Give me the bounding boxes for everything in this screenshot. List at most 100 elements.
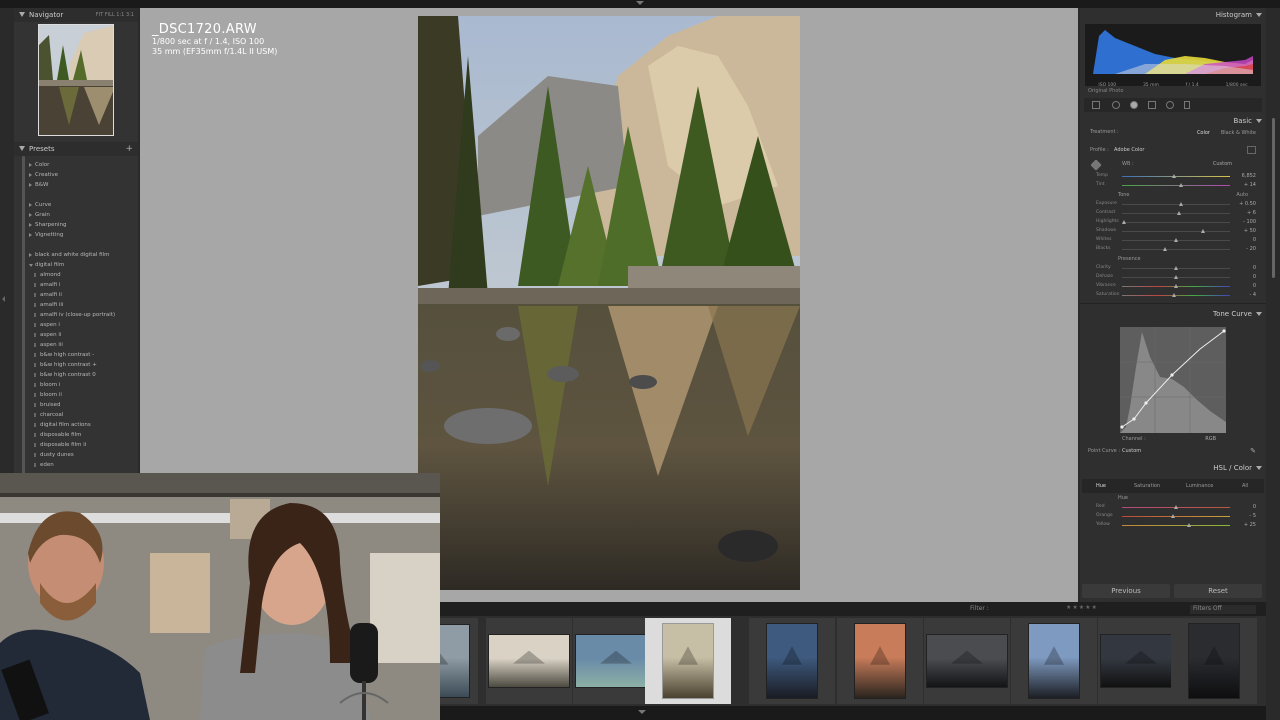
bottom-panel-toggle[interactable] [440,706,1266,720]
auto-tone-button[interactable]: Auto [1236,190,1248,200]
slider-track[interactable] [1122,185,1230,186]
adjustment-brush-icon[interactable] [1184,101,1190,109]
preset-item[interactable]: aspen iii [28,340,138,350]
slider-track[interactable] [1122,213,1230,214]
slider-value[interactable]: 0 [1253,283,1256,289]
filmstrip-thumbnail[interactable] [1028,623,1080,699]
presets-header[interactable]: Presets + [14,142,138,156]
filmstrip-cell[interactable] [749,618,835,704]
hsl-header[interactable]: HSL / Color [1080,461,1266,475]
crop-tool-icon[interactable] [1092,101,1100,109]
preset-group[interactable]: Sharpening [28,220,138,230]
slider-track[interactable] [1122,525,1230,526]
slider-track[interactable] [1122,222,1230,223]
slider-handle[interactable] [1179,202,1184,206]
preset-item[interactable]: eden [28,460,138,470]
wb-dropdown[interactable]: Custom [1213,161,1232,167]
slider-handle[interactable] [1174,238,1178,242]
preset-item[interactable]: bloom ii [28,390,138,400]
slider-handle[interactable] [1201,229,1205,233]
graduated-filter-icon[interactable] [1148,101,1156,109]
left-panel-toggle-icon[interactable] [2,296,5,302]
preset-item[interactable]: bruised [28,400,138,410]
point-curve-dropdown[interactable]: Custom [1122,448,1141,454]
navigator-zoom-options[interactable]: FIT FILL 1:1 3:1 [96,8,134,22]
preset-group[interactable]: B&W [28,180,138,190]
add-preset-icon[interactable]: + [125,142,133,156]
filmstrip-cell[interactable] [486,618,572,704]
collapse-triangle-icon[interactable] [19,146,25,151]
slider-handle[interactable] [1170,514,1175,518]
preset-group[interactable]: Curve [28,200,138,210]
slider-track[interactable] [1122,176,1230,177]
tab-luminance[interactable]: Luminance [1186,483,1213,489]
filmstrip-cell[interactable] [1171,618,1257,704]
preset-scrollbar[interactable] [22,156,25,476]
histogram-header[interactable]: Histogram [1080,8,1266,22]
filmstrip-thumbnail[interactable] [766,623,818,699]
slider-track[interactable] [1122,516,1230,517]
slider-value[interactable]: - 5 [1249,513,1256,519]
slider-handle[interactable] [1174,275,1178,279]
tab-saturation[interactable]: Saturation [1134,483,1160,489]
preset-item[interactable]: b&w high contrast 0 [28,370,138,380]
slider-handle[interactable] [1171,293,1176,297]
slider-handle[interactable] [1122,220,1127,224]
filmstrip-cell[interactable] [924,618,1010,704]
edit-curve-icon[interactable]: ✎ [1250,447,1256,455]
filmstrip-thumbnail[interactable] [926,634,1008,688]
previous-button[interactable]: Previous [1082,584,1170,598]
slider-handle[interactable] [1171,174,1176,178]
preset-group-open[interactable]: digital film [28,260,138,270]
profile-browser-icon[interactable] [1247,146,1256,154]
slider-track[interactable] [1122,231,1230,232]
slider-track[interactable] [1122,204,1230,205]
slider-handle[interactable] [1174,505,1178,509]
histogram-graph[interactable]: ISO 100 35 mm f / 1.4 1/800 sec [1085,24,1261,88]
collapse-triangle-icon[interactable] [1256,312,1262,316]
preset-item[interactable]: disposable film [28,430,138,440]
preset-group[interactable]: Creative [28,170,138,180]
preset-group[interactable]: Grain [28,210,138,220]
slider-value[interactable]: 0 [1253,237,1256,243]
filmstrip-cell[interactable] [1011,618,1097,704]
slider-value[interactable]: + 6 [1247,210,1256,216]
slider-value[interactable]: - 20 [1246,246,1256,252]
collapse-arrow-icon[interactable] [638,710,646,714]
slider-value[interactable]: 0 [1253,504,1256,510]
slider-track[interactable] [1122,249,1230,250]
spot-removal-icon[interactable] [1112,101,1120,109]
radial-filter-icon[interactable] [1166,101,1174,109]
main-photo[interactable] [418,16,800,590]
preset-item[interactable]: digital film actions [28,420,138,430]
filmstrip-cell[interactable] [837,618,923,704]
filmstrip-cell-selected[interactable] [645,618,731,704]
eyedropper-icon[interactable] [1090,159,1102,171]
preset-item[interactable]: aspen ii [28,330,138,340]
slider-value[interactable]: 6,852 [1242,173,1256,179]
filmstrip-thumbnail[interactable] [1100,634,1182,688]
rating-filter-stars[interactable]: ★★★★★ [1066,604,1098,611]
preset-item[interactable]: b&w high contrast + [28,360,138,370]
treatment-bw-button[interactable]: Black & White [1221,130,1256,136]
red-eye-icon[interactable] [1130,101,1138,109]
collapse-triangle-icon[interactable] [1256,13,1262,17]
filmstrip-thumbnail[interactable] [488,634,570,688]
tone-curve-graph[interactable] [1120,327,1226,433]
slider-value[interactable]: 0 [1253,265,1256,271]
collapse-triangle-icon[interactable] [19,12,25,17]
right-panel-scrollbar[interactable] [1272,118,1275,278]
slider-value[interactable]: - 100 [1243,219,1256,225]
slider-value[interactable]: + 0.50 [1239,201,1256,207]
preset-item[interactable]: aspen i [28,320,138,330]
preset-group[interactable]: black and white digital film [28,250,138,260]
navigator-header[interactable]: Navigator FIT FILL 1:1 3:1 [14,8,138,22]
tab-all[interactable]: All [1242,483,1248,489]
slider-handle[interactable] [1179,183,1184,187]
collapse-arrow-icon[interactable] [636,1,644,5]
filmstrip-thumbnail[interactable] [1188,623,1240,699]
preset-item[interactable]: amalfi iv (close-up portrait) [28,310,138,320]
slider-value[interactable]: + 25 [1244,522,1256,528]
basic-header[interactable]: Basic [1080,114,1266,128]
slider-handle[interactable] [1174,284,1178,288]
